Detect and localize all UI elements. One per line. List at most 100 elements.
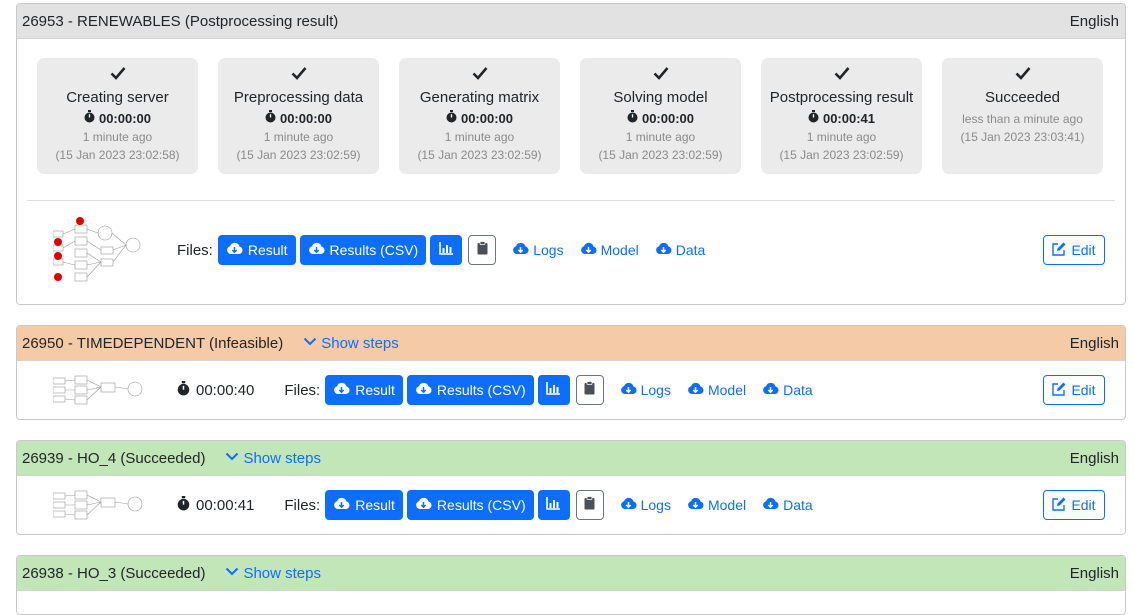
step-ago: 1 minute ago: [625, 130, 696, 144]
chevron-down-icon: [225, 564, 239, 582]
show-steps-label: Show steps: [243, 564, 321, 582]
cloud-download-icon: [415, 382, 432, 398]
stopwatch-icon: [84, 110, 95, 126]
logs-link[interactable]: Logs: [512, 242, 564, 258]
job-language: English: [1069, 564, 1119, 582]
data-link[interactable]: Data: [762, 497, 813, 513]
step-name: Postprocessing result: [769, 89, 914, 106]
check-icon: [37, 66, 198, 84]
link-label: Logs: [640, 497, 671, 513]
link-label: Data: [783, 382, 813, 398]
clipboard-icon: [584, 495, 595, 515]
edit-button[interactable]: Edit: [1043, 490, 1105, 520]
download-result-button[interactable]: Result: [217, 235, 296, 265]
step-duration: 00:00:00: [580, 110, 741, 126]
job-duration-value: 00:00:40: [196, 381, 255, 399]
copy-button[interactable]: [575, 490, 604, 520]
step-list: Creating server 00:00:00 1 minute ago (1…: [17, 39, 1125, 174]
show-steps-label: Show steps: [321, 334, 399, 352]
cloud-download-icon: [333, 497, 350, 513]
step-card: Creating server 00:00:00 1 minute ago (1…: [37, 58, 198, 174]
data-link[interactable]: Data: [762, 382, 813, 398]
cloud-download-icon: [687, 382, 704, 398]
job-duration: 00:00:41: [177, 495, 254, 515]
button-label: Results (CSV): [436, 497, 526, 513]
copy-button[interactable]: [575, 375, 604, 405]
step-name: Creating server: [66, 89, 169, 106]
chart-button[interactable]: [537, 375, 570, 405]
show-steps-label: Show steps: [243, 449, 321, 467]
chart-button[interactable]: [430, 235, 463, 265]
clipboard-icon: [584, 380, 595, 400]
check-icon: [942, 66, 1103, 84]
cloud-download-icon: [333, 382, 350, 398]
step-name: Solving model: [613, 89, 708, 106]
check-icon: [399, 66, 560, 84]
step-duration: 00:00:00: [218, 110, 379, 126]
job-card: 26953 - RENEWABLES (Postprocessing resul…: [16, 3, 1126, 305]
stopwatch-icon: [627, 110, 638, 126]
files-label: Files:: [177, 241, 213, 259]
job-language: English: [1069, 334, 1119, 352]
job-duration: 00:00:40: [177, 380, 255, 400]
step-duration-value: 00:00:00: [98, 110, 152, 126]
job-header: 26950 - TIMEDEPENDENT (Infeasible) Show …: [17, 326, 1125, 361]
step-duration-value: 00:00:00: [641, 110, 695, 126]
job-title: 26938 - HO_3 (Succeeded): [22, 564, 206, 582]
step-ago: 1 minute ago: [263, 130, 334, 144]
step-timestamp: (15 Jan 2023 23:02:59): [779, 148, 904, 162]
model-link[interactable]: Model: [687, 382, 746, 398]
step-timestamp: (15 Jan 2023 23:02:59): [598, 148, 723, 162]
stopwatch-icon: [808, 110, 819, 126]
model-graph-thumbnail: [53, 490, 143, 520]
stopwatch-icon: [446, 110, 457, 126]
job-card: 26938 - HO_3 (Succeeded) Show steps Engl…: [16, 555, 1126, 615]
bar-chart-icon: [438, 242, 454, 258]
show-steps-toggle[interactable]: Show steps: [225, 564, 321, 582]
show-steps-toggle[interactable]: Show steps: [225, 449, 321, 467]
step-ago: 1 minute ago: [82, 130, 153, 144]
logs-link[interactable]: Logs: [620, 382, 671, 398]
logs-link[interactable]: Logs: [620, 497, 671, 513]
bar-chart-icon: [546, 497, 561, 513]
job-language: English: [1069, 449, 1119, 467]
clipboard-icon: [477, 240, 488, 260]
link-label: Model: [707, 497, 747, 513]
link-label: Model: [600, 242, 639, 258]
step-card: Solving model 00:00:00 1 minute ago (15 …: [580, 58, 741, 174]
download-results-csv-button[interactable]: Results (CSV): [406, 490, 534, 520]
edit-button[interactable]: Edit: [1043, 375, 1105, 405]
cloud-download-icon: [620, 497, 637, 513]
edit-icon: [1052, 382, 1066, 399]
download-result-button[interactable]: Result: [325, 375, 403, 405]
button-label: Result: [355, 497, 395, 513]
download-results-csv-button[interactable]: Results (CSV): [299, 235, 427, 265]
step-ago: 1 minute ago: [444, 130, 515, 144]
download-result-button[interactable]: Result: [325, 490, 403, 520]
cloud-download-icon: [620, 382, 637, 398]
step-name: Preprocessing data: [233, 89, 364, 106]
link-label: Data: [675, 242, 706, 258]
job-title: 26953 - RENEWABLES (Postprocessing resul…: [22, 12, 339, 30]
chevron-down-icon: [303, 334, 317, 352]
step-card: Generating matrix 00:00:00 1 minute ago …: [399, 58, 560, 174]
chart-button[interactable]: [537, 490, 570, 520]
step-timestamp: (15 Jan 2023 23:03:41): [960, 130, 1085, 144]
show-steps-toggle[interactable]: Show steps: [303, 334, 399, 352]
data-link[interactable]: Data: [655, 242, 706, 258]
job-language: English: [1069, 12, 1119, 30]
step-ago: less than a minute ago: [962, 112, 1083, 126]
step-card: Succeeded less than a minute ago (15 Jan…: [942, 58, 1103, 174]
button-label: Result: [247, 242, 288, 258]
edit-icon: [1052, 497, 1066, 514]
job-header: 26938 - HO_3 (Succeeded) Show steps Engl…: [17, 556, 1125, 591]
model-link[interactable]: Model: [580, 242, 639, 258]
stopwatch-icon: [177, 380, 190, 400]
download-results-csv-button[interactable]: Results (CSV): [406, 375, 534, 405]
model-link[interactable]: Model: [687, 497, 746, 513]
link-label: Logs: [533, 242, 564, 258]
chevron-down-icon: [225, 449, 239, 467]
copy-button[interactable]: [468, 235, 497, 265]
step-duration-value: 00:00:41: [822, 110, 876, 126]
edit-button[interactable]: Edit: [1043, 235, 1105, 265]
